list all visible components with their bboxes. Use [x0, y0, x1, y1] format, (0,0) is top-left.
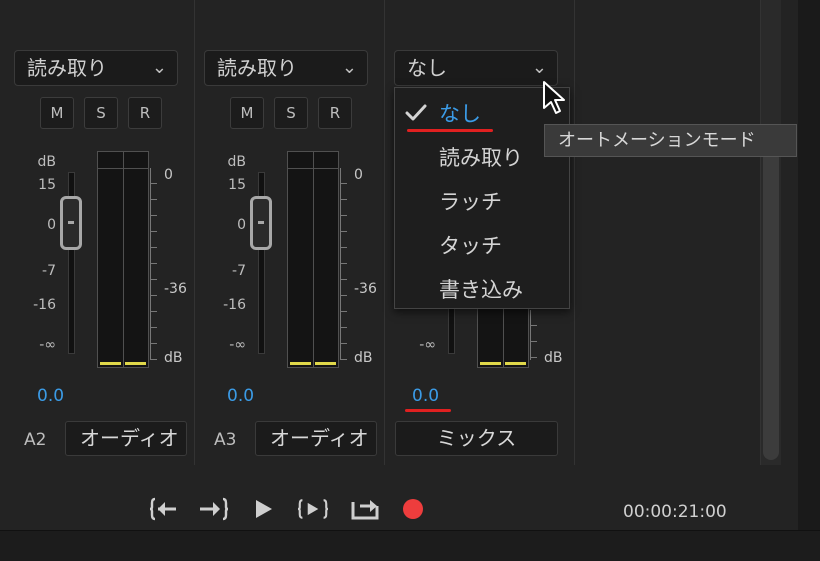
- automation-mode-dropdown-mix[interactable]: なし ⌄: [394, 50, 558, 86]
- menu-item-none[interactable]: なし: [439, 98, 481, 128]
- record-enable-button-a2[interactable]: R: [128, 97, 162, 129]
- annotation-underline: [407, 129, 493, 132]
- automation-mode-menu: なし 読み取り ラッチ タッチ 書き込み: [394, 87, 570, 309]
- scale-label: dB: [37, 154, 57, 170]
- automation-mode-tooltip: オートメーションモード: [544, 124, 797, 157]
- meter-scale-label: 0: [164, 167, 173, 183]
- annotation-underline: [405, 409, 451, 412]
- column-separator: [194, 0, 195, 465]
- timecode-display: 00:00:21:00: [623, 502, 727, 522]
- meter-scale-label: -36: [164, 281, 187, 297]
- volume-value-a2[interactable]: 0.0: [37, 386, 64, 406]
- meter-scale-label: dB: [354, 350, 373, 366]
- track-label-a2: A2: [24, 430, 47, 450]
- column-separator: [574, 0, 575, 465]
- scale-label: dB: [227, 154, 247, 170]
- play-icon[interactable]: [248, 494, 278, 524]
- volume-fader-handle-a2[interactable]: [60, 196, 82, 250]
- lower-panel-edge: [0, 530, 820, 561]
- scale-label: -16: [33, 297, 56, 313]
- checkmark-icon: [405, 104, 427, 121]
- loop-icon[interactable]: [350, 494, 380, 524]
- play-in-to-out-icon[interactable]: [298, 494, 328, 524]
- meter-ticks: [530, 310, 537, 360]
- meter-scale-label: dB: [164, 350, 183, 366]
- automation-mode-value: 読み取り: [217, 56, 297, 80]
- automation-mode-dropdown-a2[interactable]: 読み取り ⌄: [14, 50, 178, 86]
- go-to-out-point-icon[interactable]: [198, 494, 228, 524]
- scale-label: 0: [47, 217, 56, 233]
- solo-button-a2[interactable]: S: [84, 97, 118, 129]
- chevron-down-icon: ⌄: [341, 57, 357, 78]
- mouse-cursor-icon: [543, 81, 565, 114]
- scrollbar-thumb[interactable]: [763, 150, 779, 460]
- mute-button-a3[interactable]: M: [230, 97, 264, 129]
- panel-edge: [798, 0, 820, 530]
- menu-item-read[interactable]: 読み取り: [439, 142, 523, 172]
- scale-label: -7: [42, 263, 56, 279]
- scale-label: 15: [38, 177, 56, 193]
- volume-value-a3[interactable]: 0.0: [227, 386, 254, 406]
- solo-button-a3[interactable]: S: [274, 97, 308, 129]
- record-icon[interactable]: [398, 494, 428, 524]
- automation-mode-value: なし: [407, 56, 447, 80]
- level-meter-a2: [97, 151, 149, 368]
- chevron-down-icon: ⌄: [151, 57, 167, 78]
- scale-label: 0: [237, 217, 246, 233]
- track-label-a3: A3: [214, 430, 237, 450]
- meter-ticks: [340, 168, 347, 360]
- record-enable-button-a3[interactable]: R: [318, 97, 352, 129]
- vertical-scrollbar[interactable]: [760, 0, 781, 465]
- column-separator: [384, 0, 385, 465]
- volume-fader-handle-a3[interactable]: [250, 196, 272, 250]
- scale-label: -∞: [229, 337, 246, 353]
- volume-value-mix[interactable]: 0.0: [412, 386, 439, 406]
- menu-item-touch[interactable]: タッチ: [439, 230, 502, 260]
- menu-item-latch[interactable]: ラッチ: [439, 186, 502, 216]
- meter-scale-label: 0: [354, 167, 363, 183]
- scale-label: -7: [232, 263, 246, 279]
- meter-ticks: [150, 168, 157, 360]
- level-meter-a3: [287, 151, 339, 368]
- track-name-field-mix[interactable]: ミックス: [395, 421, 558, 456]
- mute-button-a2[interactable]: M: [40, 97, 74, 129]
- track-name-field-a3[interactable]: オーディオ: [255, 421, 377, 456]
- automation-mode-dropdown-a3[interactable]: 読み取り ⌄: [204, 50, 368, 86]
- automation-mode-value: 読み取り: [27, 56, 107, 80]
- go-to-in-point-icon[interactable]: [150, 494, 180, 524]
- meter-scale-label: -36: [354, 281, 377, 297]
- scale-label: -∞: [39, 337, 56, 353]
- menu-item-write[interactable]: 書き込み: [439, 274, 523, 304]
- meter-scale-label: dB: [544, 350, 563, 366]
- scale-label: 15: [228, 177, 246, 193]
- scale-label: -∞: [419, 337, 436, 353]
- track-name-field-a2[interactable]: オーディオ: [65, 421, 187, 456]
- level-meter-mix: [477, 300, 529, 368]
- scale-label: -16: [223, 297, 246, 313]
